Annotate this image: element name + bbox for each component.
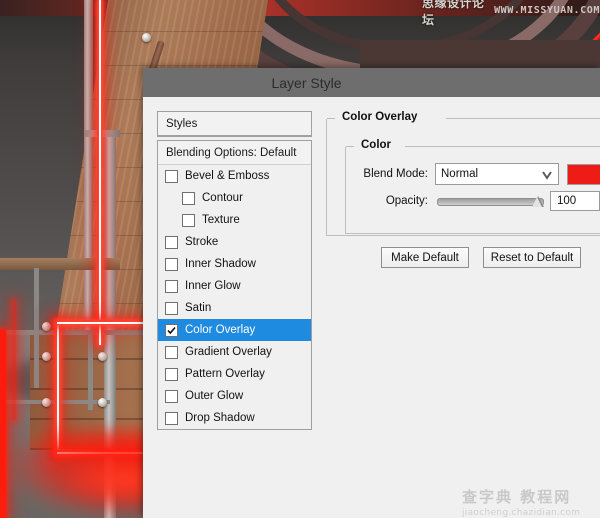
blend-mode-label: Blend Mode: bbox=[363, 168, 428, 180]
metal-rail-vertical-2 bbox=[88, 330, 93, 410]
checkbox-icon[interactable] bbox=[165, 345, 178, 359]
style-row-inner-glow[interactable]: Inner Glow bbox=[158, 275, 311, 297]
bolt-10 bbox=[98, 398, 107, 407]
button-row: Make Default Reset to Default bbox=[381, 247, 581, 268]
neon-reflection bbox=[12, 300, 16, 420]
styles-list: Bevel & Emboss Contour Texture Stroke Inner … bbox=[158, 165, 311, 429]
opacity-label: Opacity: bbox=[385, 195, 428, 207]
style-row-label: Outer Glow bbox=[185, 390, 244, 402]
metal-rail-horizontal-1 bbox=[84, 130, 120, 137]
checkbox-icon[interactable] bbox=[182, 191, 195, 205]
bolt-1 bbox=[142, 33, 151, 42]
style-row-label: Inner Shadow bbox=[185, 258, 256, 270]
bolt-6 bbox=[42, 322, 51, 331]
blend-mode-select[interactable]: Normal bbox=[435, 163, 559, 185]
checkbox-icon[interactable] bbox=[182, 213, 195, 227]
checkbox-icon[interactable] bbox=[165, 389, 178, 403]
dialog-body: Styles Blending Options: Default Bevel &… bbox=[143, 97, 600, 518]
style-row-label: Gradient Overlay bbox=[185, 346, 272, 358]
opacity-slider-handle[interactable] bbox=[532, 197, 542, 207]
style-row-stroke[interactable]: Stroke bbox=[158, 231, 311, 253]
color-group-title: Color bbox=[356, 139, 397, 151]
style-row-pattern-overlay[interactable]: Pattern Overlay bbox=[158, 363, 311, 385]
color-overlay-panel: Color Overlay Color Blend Mode: Normal O… bbox=[325, 107, 600, 508]
handrail-post bbox=[34, 268, 39, 388]
style-row-label: Color Overlay bbox=[185, 324, 256, 336]
checkbox-checked-icon[interactable] bbox=[165, 323, 178, 337]
opacity-slider-track[interactable] bbox=[437, 198, 544, 206]
watermark-bottom-cn: 查字典 教程网 bbox=[462, 487, 572, 506]
style-row-label: Pattern Overlay bbox=[185, 368, 265, 380]
screenshot-root: 思缘设计论坛 WWW.MISSYUAN.COM 查字典 教程网 jiaochen… bbox=[0, 0, 600, 518]
layer-style-dialog: Layer Style Styles Blending Options: Def… bbox=[143, 68, 600, 518]
chevron-down-icon[interactable] bbox=[541, 168, 553, 186]
style-row-texture[interactable]: Texture bbox=[158, 209, 311, 231]
style-row-outer-glow[interactable]: Outer Glow bbox=[158, 385, 311, 407]
style-row-label: Stroke bbox=[185, 236, 219, 248]
style-row-label: Inner Glow bbox=[185, 280, 241, 292]
color-overlay-group: Color Overlay Color Blend Mode: Normal O… bbox=[326, 111, 600, 236]
style-row-gradient-overlay[interactable]: Gradient Overlay bbox=[158, 341, 311, 363]
dialog-titlebar[interactable]: Layer Style bbox=[143, 68, 600, 97]
style-row-label: Contour bbox=[202, 192, 243, 204]
blend-mode-value: Normal bbox=[441, 168, 479, 180]
metal-rail-horizontal-2 bbox=[0, 330, 150, 335]
checkbox-icon[interactable] bbox=[165, 411, 178, 425]
blending-options-row[interactable]: Blending Options: Default bbox=[158, 141, 311, 165]
styles-list-box: Blending Options: Default Bevel & Emboss… bbox=[157, 140, 312, 430]
styles-header-label: Styles bbox=[158, 112, 311, 136]
style-row-color-overlay[interactable]: Color Overlay bbox=[158, 319, 311, 341]
opacity-input[interactable]: 100 bbox=[550, 191, 600, 211]
style-row-inner-shadow[interactable]: Inner Shadow bbox=[158, 253, 311, 275]
styles-panel: Styles Blending Options: Default Bevel &… bbox=[157, 111, 312, 506]
style-row-contour[interactable]: Contour bbox=[158, 187, 311, 209]
bolt-9 bbox=[42, 398, 51, 407]
style-row-drop-shadow[interactable]: Drop Shadow bbox=[158, 407, 311, 429]
metal-rail-vertical-left bbox=[84, 0, 93, 330]
opacity-slider[interactable] bbox=[437, 194, 544, 208]
make-default-button[interactable]: Make Default bbox=[381, 247, 469, 268]
checkbox-icon[interactable] bbox=[165, 169, 178, 183]
watermark-top-url: WWW.MISSYUAN.COM bbox=[494, 5, 600, 16]
color-overlay-group-title: Color Overlay bbox=[337, 111, 423, 123]
wood-handrail bbox=[0, 258, 120, 270]
checkbox-icon[interactable] bbox=[165, 367, 178, 381]
watermark-top: 思缘设计论坛 WWW.MISSYUAN.COM bbox=[422, 0, 600, 27]
neon-core-vertical bbox=[99, 0, 101, 345]
checkbox-icon[interactable] bbox=[165, 257, 178, 271]
checkbox-icon[interactable] bbox=[165, 235, 178, 249]
style-row-bevel-emboss[interactable]: Bevel & Emboss bbox=[158, 165, 311, 187]
blend-mode-row: Blend Mode: Normal bbox=[346, 163, 600, 185]
style-row-label: Bevel & Emboss bbox=[185, 170, 270, 182]
color-group: Color Blend Mode: Normal Opacity: 100 bbox=[345, 139, 600, 234]
style-row-label: Satin bbox=[185, 302, 212, 314]
style-row-label: Texture bbox=[202, 214, 240, 226]
watermark-bottom-url: jiaocheng.chazidian.com bbox=[462, 507, 581, 518]
watermark-top-cn: 思缘设计论坛 bbox=[422, 0, 485, 27]
color-swatch[interactable] bbox=[567, 163, 600, 185]
checkbox-icon[interactable] bbox=[165, 279, 178, 293]
checkbox-icon[interactable] bbox=[165, 301, 178, 315]
watermark-bottom: 查字典 教程网 jiaocheng.chazidian.com bbox=[462, 485, 600, 518]
reset-to-default-button[interactable]: Reset to Default bbox=[483, 247, 581, 268]
dialog-title: Layer Style bbox=[271, 74, 342, 91]
opacity-row: Opacity: 100 % bbox=[346, 191, 600, 211]
style-row-label: Drop Shadow bbox=[185, 412, 255, 424]
bolt-8 bbox=[98, 352, 107, 361]
style-row-satin[interactable]: Satin bbox=[158, 297, 311, 319]
bolt-7 bbox=[42, 352, 51, 361]
neon-core-top bbox=[57, 322, 148, 324]
neon-tube-far-left bbox=[0, 330, 6, 518]
styles-header-box: Styles bbox=[157, 111, 312, 137]
